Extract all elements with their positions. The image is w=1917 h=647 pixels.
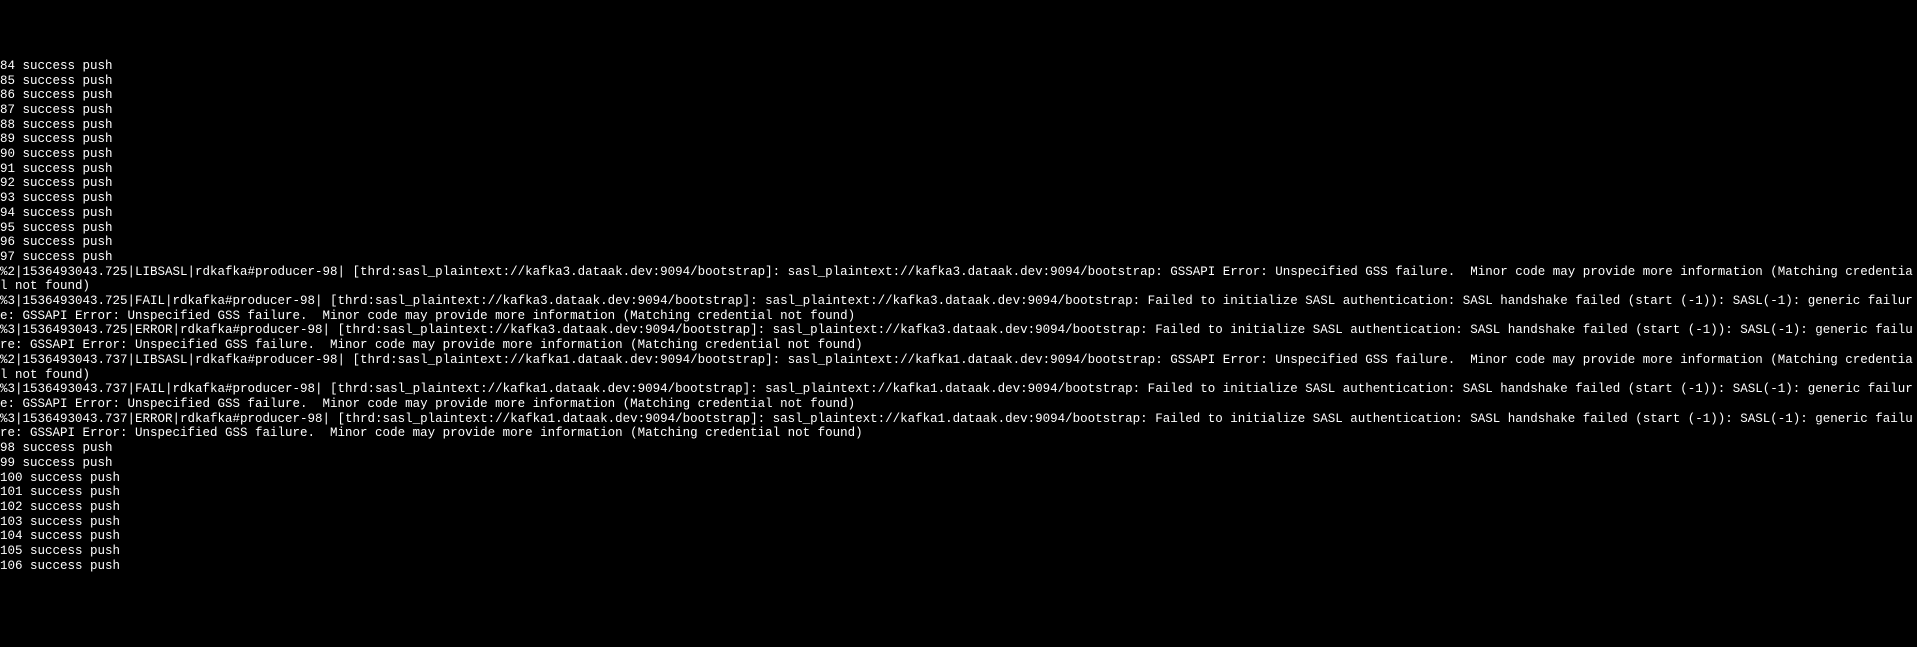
- terminal-line: 90 success push: [0, 147, 1917, 162]
- terminal-output[interactable]: 84 success push85 success push86 success…: [0, 59, 1917, 574]
- terminal-line: 95 success push: [0, 221, 1917, 236]
- terminal-line: %2|1536493043.725|LIBSASL|rdkafka#produc…: [0, 265, 1917, 294]
- terminal-line: 89 success push: [0, 132, 1917, 147]
- terminal-line: 88 success push: [0, 118, 1917, 133]
- terminal-line: 96 success push: [0, 235, 1917, 250]
- terminal-line: 106 success push: [0, 559, 1917, 574]
- terminal-line: 103 success push: [0, 515, 1917, 530]
- terminal-line: %2|1536493043.737|LIBSASL|rdkafka#produc…: [0, 353, 1917, 382]
- terminal-line: 87 success push: [0, 103, 1917, 118]
- terminal-line: 91 success push: [0, 162, 1917, 177]
- terminal-line: 86 success push: [0, 88, 1917, 103]
- terminal-line: 98 success push: [0, 441, 1917, 456]
- terminal-line: %3|1536493043.737|ERROR|rdkafka#producer…: [0, 412, 1917, 441]
- terminal-line: 99 success push: [0, 456, 1917, 471]
- terminal-line: 101 success push: [0, 485, 1917, 500]
- terminal-line: %3|1536493043.725|ERROR|rdkafka#producer…: [0, 323, 1917, 352]
- terminal-line: 100 success push: [0, 471, 1917, 486]
- terminal-line: 93 success push: [0, 191, 1917, 206]
- terminal-line: %3|1536493043.737|FAIL|rdkafka#producer-…: [0, 382, 1917, 411]
- terminal-line: 102 success push: [0, 500, 1917, 515]
- terminal-line: %3|1536493043.725|FAIL|rdkafka#producer-…: [0, 294, 1917, 323]
- terminal-line: 84 success push: [0, 59, 1917, 74]
- terminal-line: 97 success push: [0, 250, 1917, 265]
- terminal-line: 85 success push: [0, 74, 1917, 89]
- terminal-line: 104 success push: [0, 529, 1917, 544]
- terminal-line: 94 success push: [0, 206, 1917, 221]
- terminal-line: 105 success push: [0, 544, 1917, 559]
- terminal-line: 92 success push: [0, 176, 1917, 191]
